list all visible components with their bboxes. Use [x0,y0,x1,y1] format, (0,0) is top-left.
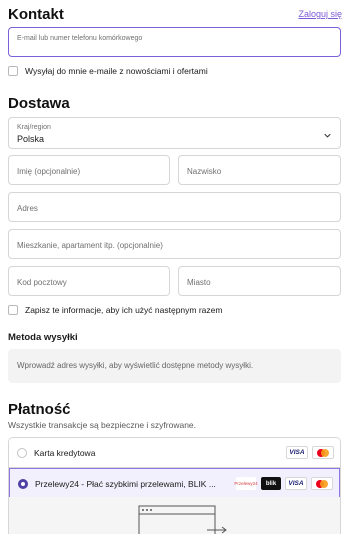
save-info-label: Zapisz te informacje, aby ich użyć nastę… [25,305,223,315]
payment-option-card[interactable]: Karta kredytowa VISA [9,438,340,468]
last-name-placeholder: Nazwisko [187,167,222,176]
visa-logo: VISA [285,477,307,490]
przelewy24-logo: Przelewy24 [234,477,258,490]
chevron-down-icon [324,133,331,138]
przelewy24-radio[interactable] [18,479,28,489]
shipping-info-text: Wprowadź adres wysyłki, aby wyświetlić d… [17,361,254,370]
first-name-placeholder: Imię (opcjonalnie) [17,167,81,176]
country-value: Polska [17,134,45,144]
city-placeholder: Miasto [187,278,211,287]
mastercard-icon [317,448,329,457]
save-info-checkbox-row[interactable]: Zapisz te informacje, aby ich użyć nastę… [8,305,222,315]
mastercard-logo [311,477,333,490]
postal-code-placeholder: Kod pocztowy [17,278,67,287]
payment-option-przelewy24[interactable]: Przelewy24 - Płać szybkimi przelewami, B… [9,468,340,498]
address-field[interactable]: Adres [8,192,341,222]
address-placeholder: Adres [17,204,38,213]
email-field[interactable]: E-mail lub numer telefonu komórkowego [8,27,341,57]
shipping-info-box: Wprowadź adres wysyłki, aby wyświetlić d… [8,349,341,383]
apartment-placeholder: Mieszkanie, apartament itp. (opcjonalnie… [17,241,163,250]
country-label: Kraj/region [17,124,51,131]
contact-title: Kontakt [8,6,64,23]
przelewy24-details [8,497,341,534]
first-name-field[interactable]: Imię (opcjonalnie) [8,155,170,185]
payment-options: Karta kredytowa VISA Przelewy24 - Płać s… [8,437,341,499]
payment-secure-note: Wszystkie transakcje są bezpieczne i szy… [8,420,197,430]
card-label: Karta kredytowa [34,448,96,458]
apartment-field[interactable]: Mieszkanie, apartament itp. (opcjonalnie… [8,229,341,259]
delivery-title: Dostawa [8,95,70,112]
login-link[interactable]: Zaloguj się [298,9,342,19]
mastercard-logo [312,446,334,459]
shipping-title: Metoda wysyłki [8,332,78,343]
postal-code-field[interactable]: Kod pocztowy [8,266,170,296]
payment-title: Płatność [8,401,71,418]
city-field[interactable]: Miasto [178,266,341,296]
save-info-checkbox[interactable] [8,305,18,315]
last-name-field[interactable]: Nazwisko [178,155,341,185]
blik-logo: blik [261,477,281,490]
visa-logo: VISA [286,446,308,459]
redirect-browser-icon [138,505,227,534]
email-placeholder: E-mail lub numer telefonu komórkowego [17,35,143,42]
mastercard-icon [316,479,328,488]
newsletter-checkbox[interactable] [8,66,18,76]
country-select[interactable]: Kraj/region Polska [8,117,341,149]
newsletter-label: Wysyłaj do mnie e-maile z nowościami i o… [25,66,208,76]
newsletter-checkbox-row[interactable]: Wysyłaj do mnie e-maile z nowościami i o… [8,66,208,76]
przelewy24-label: Przelewy24 - Płać szybkimi przelewami, B… [35,479,216,489]
card-radio[interactable] [17,448,27,458]
